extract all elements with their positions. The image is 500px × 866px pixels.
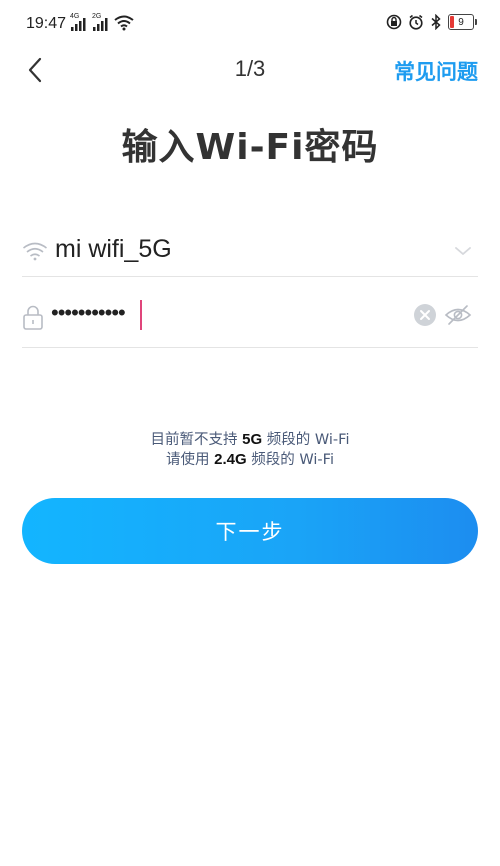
notice-text: 频段的 Wi-Fi bbox=[251, 452, 334, 468]
chevron-down-icon[interactable] bbox=[454, 242, 472, 261]
alarm-clock-icon bbox=[409, 14, 423, 30]
wifi-icon bbox=[22, 240, 48, 266]
ssid-field[interactable]: mi wifi_5G bbox=[22, 226, 478, 277]
clear-icon[interactable] bbox=[414, 304, 436, 326]
notice-line-2: 请使用 2.4G 频段的 Wi-Fi bbox=[0, 450, 500, 470]
text-caret bbox=[140, 300, 142, 330]
signal-2g-icon: 2G bbox=[92, 13, 108, 32]
ssid-value: mi wifi_5G bbox=[55, 235, 172, 263]
battery-level: 9 bbox=[458, 16, 464, 28]
band-notice: 目前暂不支持 5G 频段的 Wi-Fi 请使用 2.4G 频段的 Wi-Fi bbox=[0, 430, 500, 470]
next-button[interactable]: 下一步 bbox=[22, 498, 478, 564]
bluetooth-icon bbox=[431, 14, 441, 30]
notice-text: 目前暂不支持 bbox=[150, 432, 238, 448]
chevron-left-icon bbox=[28, 57, 42, 83]
status-time: 19:47 bbox=[26, 15, 67, 32]
notice-band-24g: 2.4G bbox=[214, 451, 247, 468]
eye-off-icon[interactable] bbox=[444, 303, 472, 331]
notice-band-5g: 5G bbox=[242, 431, 263, 448]
wifi-status-icon bbox=[114, 15, 134, 31]
back-button[interactable] bbox=[22, 56, 50, 84]
faq-link[interactable]: 常见问题 bbox=[394, 56, 478, 86]
lock-rotation-icon bbox=[386, 14, 402, 30]
notice-text: 请使用 bbox=[166, 452, 210, 468]
signal-4g-icon: 4G bbox=[70, 13, 86, 32]
password-input[interactable]: ••••••••••• bbox=[51, 300, 126, 326]
network-type-label: 2G bbox=[92, 13, 102, 20]
lock-icon bbox=[22, 305, 44, 335]
battery-icon: 9 bbox=[448, 14, 477, 30]
status-right-icons: 9 bbox=[386, 14, 477, 30]
network-type-label: 4G bbox=[70, 13, 80, 20]
page-title: 输入Wi-Fi密码 bbox=[121, 127, 379, 168]
battery-fill bbox=[450, 16, 455, 28]
notice-line-1: 目前暂不支持 5G 频段的 Wi-Fi bbox=[0, 430, 500, 450]
status-bar: 19:47 4G 2G 9 bbox=[0, 0, 500, 48]
password-field[interactable]: ••••••••••• bbox=[22, 292, 478, 348]
notice-text: 频段的 Wi-Fi bbox=[266, 432, 350, 448]
